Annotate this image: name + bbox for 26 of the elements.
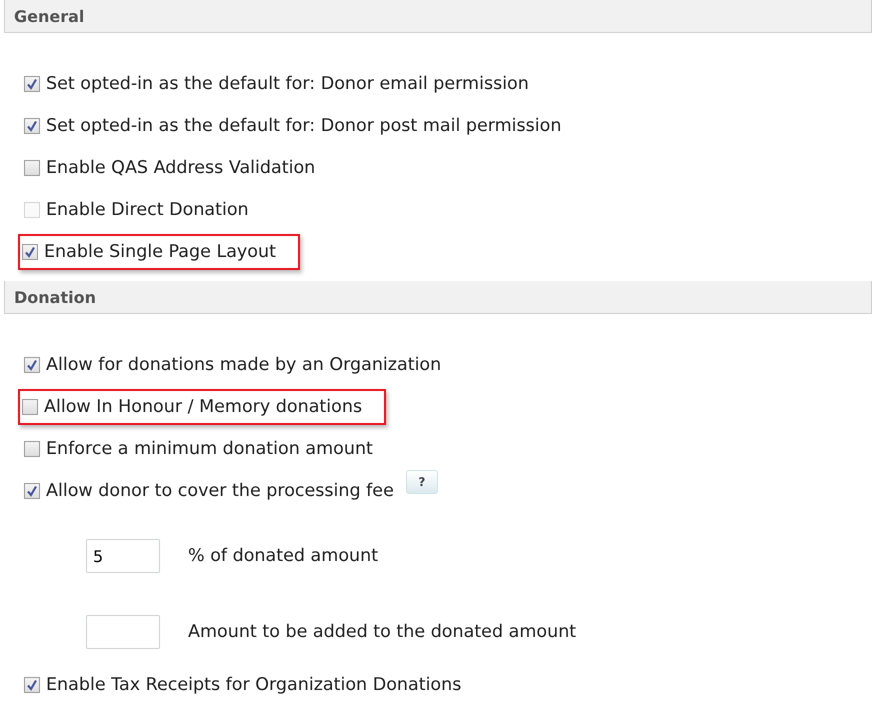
checkbox[interactable]: [22, 244, 38, 260]
checkbox[interactable]: [24, 441, 40, 457]
checkbox[interactable]: [24, 76, 40, 92]
field-label: Amount to be added to the donated amount: [188, 622, 576, 642]
help-button[interactable]: ?: [406, 470, 438, 494]
checkbox-label: Enable QAS Address Validation: [46, 158, 316, 178]
section-header: Donation: [4, 281, 872, 314]
checkbox-label: Enable Single Page Layout: [44, 242, 276, 262]
checkbox[interactable]: [24, 357, 40, 373]
checkbox-label: Set opted-in as the default for: Donor post mail permission: [46, 116, 562, 136]
checkbox-label: Set opted-in as the default for: Donor email permission: [46, 74, 529, 94]
checkbox-label: Allow In Honour / Memory donations: [44, 397, 362, 417]
checkbox[interactable]: [24, 118, 40, 134]
checkbox-label: Enable Tax Receipts for Organization Donations: [46, 675, 462, 695]
checkbox-label: Allow donor to cover the processing fee: [46, 481, 394, 501]
checkbox[interactable]: [24, 483, 40, 499]
checkbox[interactable]: [24, 677, 40, 693]
section-header: General: [4, 0, 872, 33]
checkbox[interactable]: [24, 160, 40, 176]
checkbox-label: Enforce a minimum donation amount: [46, 439, 373, 459]
text-input[interactable]: [86, 615, 160, 649]
checkbox-label: Allow for donations made by an Organization: [46, 355, 442, 375]
checkbox[interactable]: [22, 399, 38, 415]
checkbox-label: Enable Direct Donation: [46, 200, 249, 220]
field-label: % of donated amount: [188, 546, 378, 566]
text-input[interactable]: 5: [86, 539, 160, 573]
